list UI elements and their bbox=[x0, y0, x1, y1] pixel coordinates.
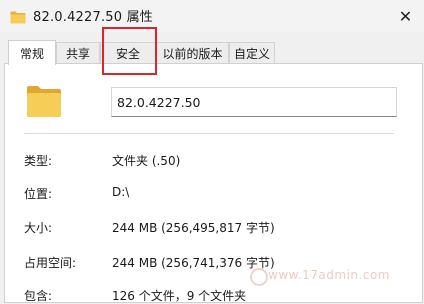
folder-name-field[interactable] bbox=[111, 87, 397, 117]
tab-general[interactable]: 常规 bbox=[8, 40, 56, 65]
divider bbox=[24, 133, 394, 134]
type-label: 类型: bbox=[24, 154, 53, 168]
type-value: 文件夹 (.50) bbox=[112, 154, 181, 168]
close-button[interactable]: ✕ bbox=[387, 0, 424, 32]
tab-security[interactable]: 安全 bbox=[100, 42, 156, 64]
tab-label: 安全 bbox=[115, 47, 140, 61]
tab-label: 以前的版本 bbox=[162, 47, 223, 61]
tab-label: 常规 bbox=[19, 46, 44, 61]
watermark: www.17admin.com bbox=[268, 268, 390, 282]
size-value: 244 MB (256,495,817 字节) bbox=[112, 221, 275, 235]
title-bar: 82.0.4227.50 属性 ✕ bbox=[0, 0, 424, 32]
size-on-disk-label: 占用空间: bbox=[24, 256, 77, 270]
close-icon: ✕ bbox=[398, 6, 413, 26]
tab-label: 自定义 bbox=[233, 47, 270, 61]
tab-sharing[interactable]: 共享 bbox=[56, 42, 100, 64]
location-value: D:\ bbox=[112, 185, 130, 199]
folder-icon bbox=[10, 9, 26, 28]
size-label: 大小: bbox=[24, 221, 53, 235]
tab-strip: 常规 共享 安全 以前的版本 自定义 bbox=[0, 40, 424, 65]
tab-customize[interactable]: 自定义 bbox=[229, 42, 275, 64]
tab-label: 共享 bbox=[65, 47, 90, 61]
watermark-logo-icon bbox=[250, 268, 268, 286]
window-title: 82.0.4227.50 属性 bbox=[33, 10, 153, 25]
folder-icon bbox=[26, 84, 62, 122]
location-label: 位置: bbox=[24, 187, 53, 201]
size-on-disk-value: 244 MB (256,741,376 字节) bbox=[112, 256, 275, 270]
tab-previous-versions[interactable]: 以前的版本 bbox=[156, 42, 229, 64]
